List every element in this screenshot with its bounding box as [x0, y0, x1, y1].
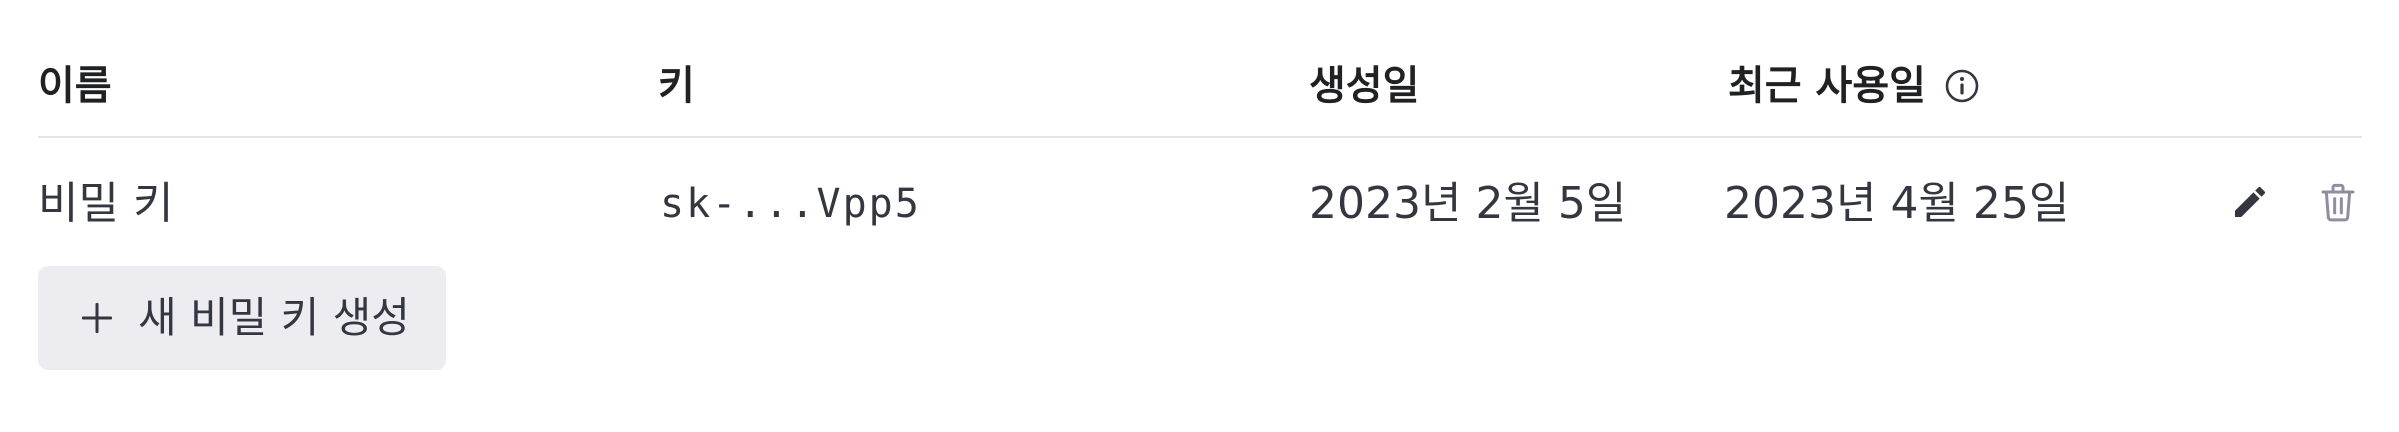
column-header-created: 생성일: [1309, 63, 1420, 109]
create-secret-key-label: 새 비밀 키 생성: [138, 293, 410, 342]
table-header-row: 이름 키 생성일 최근 사용일: [38, 0, 2362, 138]
column-header-key: 키: [658, 63, 695, 109]
api-keys-table: 이름 키 생성일 최근 사용일 비밀 키 sk-...Vpp5 2023년 2월…: [38, 0, 2362, 268]
create-secret-key-button[interactable]: 새 비밀 키 생성: [38, 266, 446, 370]
key-value-cell: sk-...Vpp5: [660, 181, 921, 227]
column-header-name: 이름: [38, 63, 112, 109]
table-row: 비밀 키 sk-...Vpp5 2023년 2월 5일 2023년 4월 25일: [38, 138, 2362, 268]
pencil-icon: [2235, 186, 2266, 217]
edit-button[interactable]: [2226, 178, 2274, 226]
info-circle-icon[interactable]: [1944, 68, 1980, 104]
last-used-date-cell: 2023년 4월 25일: [1724, 178, 2070, 229]
column-header-last-used: 최근 사용일: [1728, 58, 1980, 114]
plus-icon: [80, 301, 114, 335]
trash-icon: [2321, 183, 2355, 222]
column-header-last-used-label: 최근 사용일: [1728, 63, 1926, 109]
row-actions: [2226, 178, 2362, 226]
created-date-cell: 2023년 2월 5일: [1309, 178, 1627, 229]
key-name-cell: 비밀 키: [38, 178, 174, 229]
delete-button[interactable]: [2314, 178, 2362, 226]
